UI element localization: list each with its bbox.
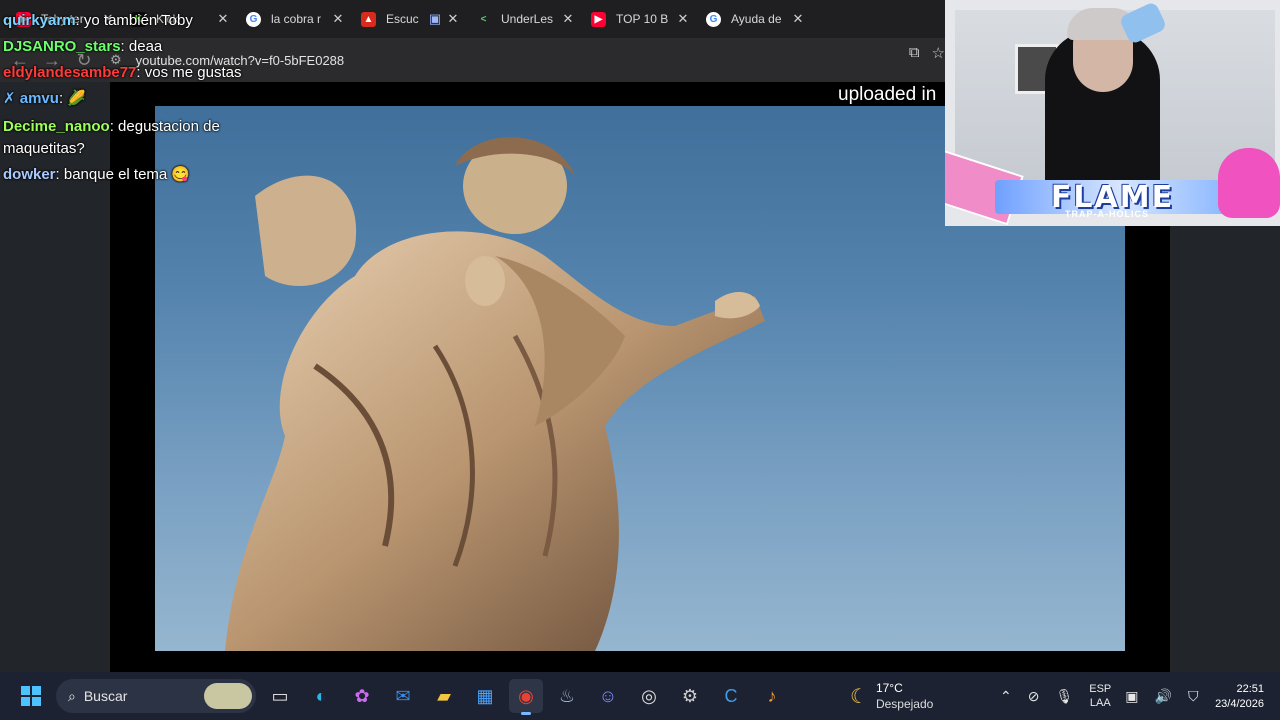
weather-temperature: 17°C (875, 681, 903, 695)
chat-message: DJSANRO_stars: deaa (3, 38, 163, 55)
monitor-icon[interactable]: ▣ (1125, 688, 1138, 705)
chat-username: Decime_nanoo (3, 118, 110, 135)
mod-badge-icon: ✗ (3, 90, 16, 107)
tab-label: Escuc (386, 12, 419, 26)
tab-label: UnderLes (501, 12, 554, 26)
obs-icon[interactable]: ◎ (632, 679, 666, 713)
chat-message: dowker: banque el tema 😋 (3, 166, 191, 183)
bookmark-star-icon[interactable]: ☆ (932, 44, 945, 62)
tab-top10[interactable]: ▶ TOP 10 B ✕ (581, 4, 696, 34)
search-icon: ⌕ (68, 687, 76, 704)
volume-icon[interactable]: 🔊 (1155, 688, 1172, 705)
outlook-icon[interactable]: ✉ (386, 679, 420, 713)
shield-icon[interactable]: ⛉ (1188, 688, 1199, 705)
pink-buddha-image (1218, 148, 1280, 218)
logo-subtitle: TRAP-A-HOLICS (1065, 209, 1149, 219)
chat-message: quirkyarm: yo también Toby (3, 12, 193, 29)
close-tab-icon[interactable]: ✕ (446, 11, 460, 27)
task-view-icon[interactable]: ▭ (263, 679, 297, 713)
clock-time: 22:51 (1236, 683, 1264, 695)
video-overlay-text: uploaded in (838, 84, 937, 105)
red-app-icon: ▲ (361, 11, 376, 27)
chat-username: DJSANRO_stars (3, 38, 121, 55)
screen: uploaded in ▶ Toby ter ✕ K Kick ✕ G la c… (0, 0, 1280, 720)
tab-google-search[interactable]: G la cobra r ✕ (236, 4, 351, 34)
close-tab-icon[interactable]: ✕ (331, 11, 345, 27)
fl-studio-icon[interactable]: ♪ (755, 679, 789, 713)
install-app-icon[interactable]: ⧉ (909, 44, 920, 62)
youtube-icon: ▶ (591, 11, 606, 27)
search-label: Buscar (83, 688, 128, 704)
search-highlight-image (204, 683, 252, 709)
copilot-icon[interactable]: ✿ (345, 679, 379, 713)
tab-ayuda[interactable]: G Ayuda de ✕ (696, 4, 811, 34)
address-bar-actions: ⧉ ☆ (909, 44, 945, 62)
chat-username: amvu (19, 90, 59, 107)
microphone-icon[interactable]: 🎙 (1055, 688, 1073, 705)
language-indicator[interactable]: ESP LAA (1089, 682, 1111, 710)
ccleaner-icon[interactable]: C (714, 679, 748, 713)
chat-message: eldylandesambe77: vos me gustas (3, 64, 242, 81)
chat-username: dowker (3, 166, 56, 183)
chat-username: eldylandesambe77 (3, 64, 137, 81)
discord-icon[interactable]: ☺ (591, 679, 625, 713)
chat-text: vos me gustas (140, 64, 242, 81)
chat-text: deaa (124, 38, 163, 55)
tab-label: la cobra r (271, 12, 322, 26)
chrome-icon[interactable]: ◉ (509, 679, 543, 715)
tab-escuchar[interactable]: ▲ Escuc ▣ ✕ (351, 4, 466, 34)
chat-message: Decime_nanoo: degustacion de maquetitas? (3, 118, 220, 157)
tab-label: TOP 10 B (616, 12, 669, 26)
system-tray: ⌃ ⊘ 🎙 ESP LAA ▣ 🔊 ⛉ (1000, 672, 1214, 720)
weather-widget[interactable]: ☾ 17°C Despejado (850, 672, 933, 720)
webcam-overlay: FLAME TRAP-A-HOLICS (945, 0, 1280, 226)
moon-icon: ☾ (850, 685, 868, 708)
windows-taskbar: ⌕ Buscar ▭ ◐ ✿ ✉ ▰ ▦ ◉ ♨ ☺ ◎ ⚙ C ♪ ☾ 17°… (0, 672, 1280, 720)
settings-gear-icon[interactable]: ⚙ (673, 679, 707, 713)
chat-message: ✗ amvu: 🌽 (3, 90, 86, 107)
weather-description: Despejado (875, 697, 934, 711)
close-tab-icon[interactable]: ✕ (561, 11, 575, 27)
tab-underlet[interactable]: < UnderLes ✕ (466, 4, 581, 34)
clock-date: 23/4/2026 (1215, 698, 1264, 710)
underlet-icon: < (480, 13, 487, 25)
chat-text: yo también Toby (79, 12, 193, 29)
flame-logo-banner: FLAME TRAP-A-HOLICS (945, 146, 1280, 226)
close-tab-icon[interactable]: ✕ (676, 11, 690, 27)
taskbar-search[interactable]: ⌕ Buscar (56, 679, 256, 713)
windows-start-icon[interactable] (16, 681, 46, 711)
hidden-icon[interactable]: ⊘ (1028, 688, 1040, 705)
file-explorer-icon[interactable]: ▰ (427, 679, 461, 713)
chevron-up-icon[interactable]: ⌃ (1000, 688, 1012, 705)
close-tab-icon[interactable]: ✕ (791, 11, 805, 27)
chat-text: 🌽 (63, 90, 86, 107)
chat-username: quirkyarm (3, 12, 76, 29)
microsoft-store-icon[interactable]: ▦ (468, 679, 502, 713)
chat-text: banque el tema 😋 (59, 166, 191, 183)
keyboard-layout: LAA (1089, 697, 1111, 709)
steam-icon[interactable]: ♨ (550, 679, 584, 713)
taskbar-clock[interactable]: 22:51 23/4/2026 (1215, 682, 1264, 712)
tab-label: Ayuda de (731, 12, 782, 26)
cast-icon: ▣ (428, 11, 442, 26)
edge-icon[interactable]: ◐ (304, 679, 338, 713)
google-icon: G (706, 11, 721, 27)
language-code: ESP (1089, 683, 1112, 695)
